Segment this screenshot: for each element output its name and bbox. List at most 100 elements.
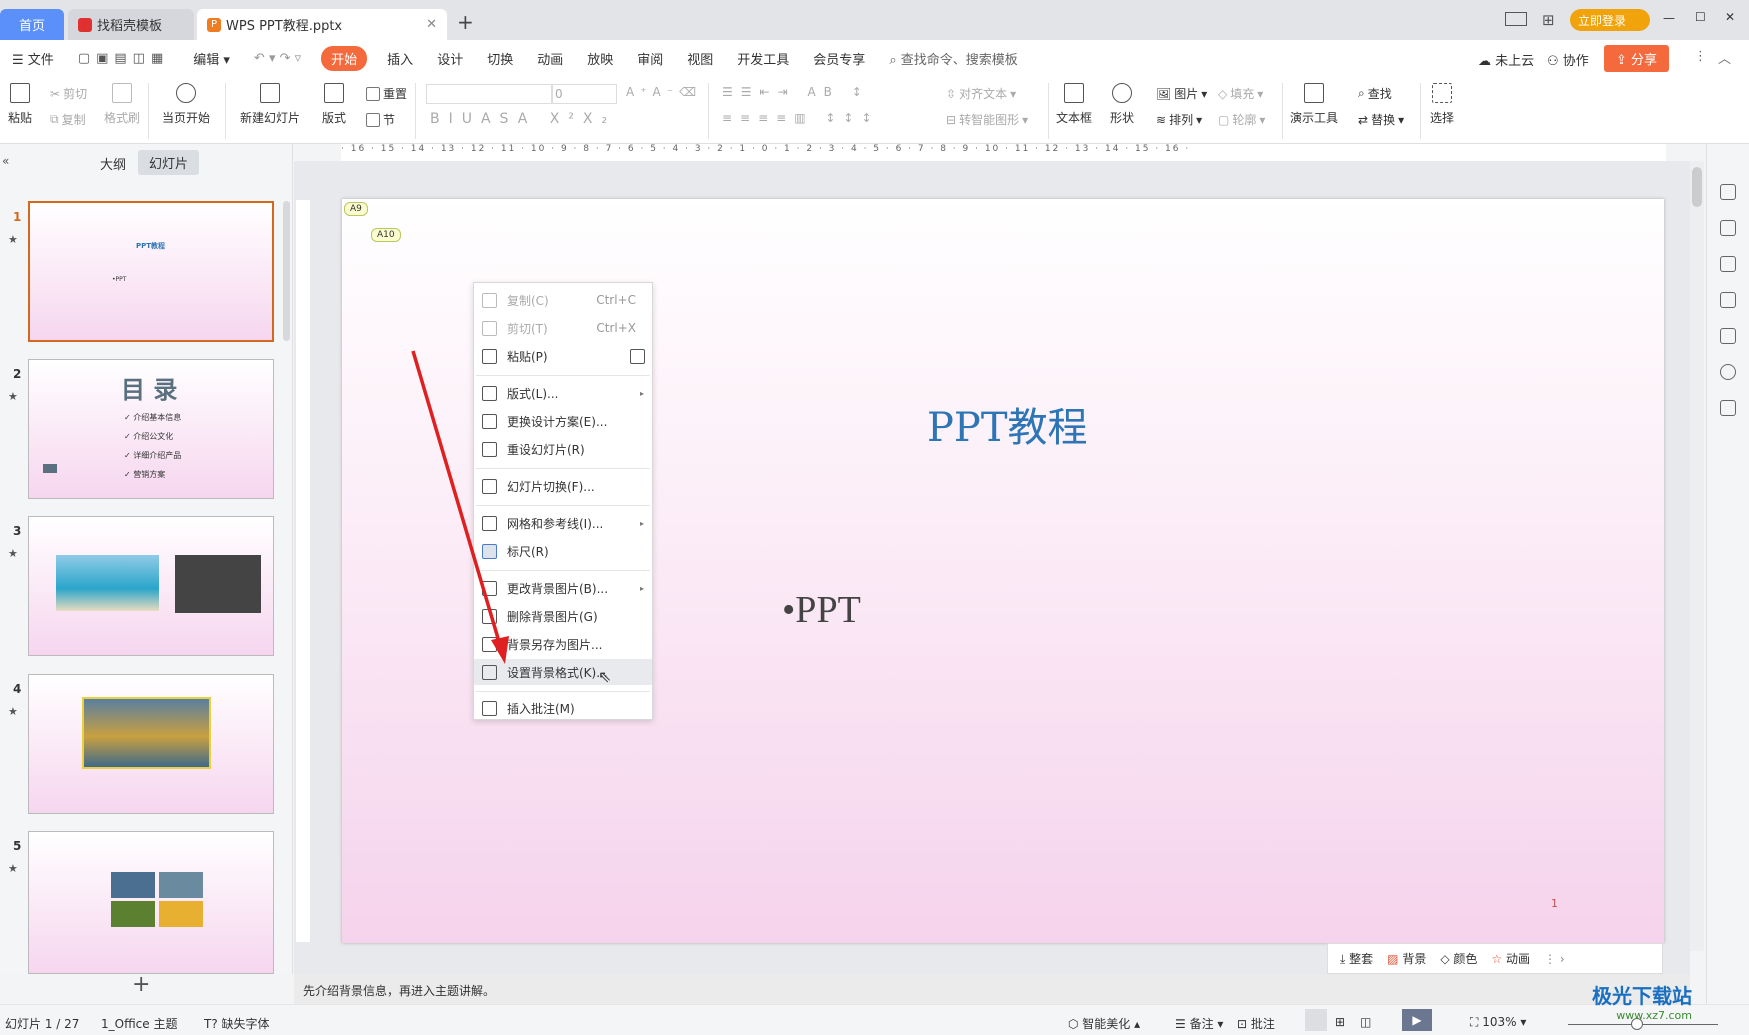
slide-thumbnail-1[interactable]: PPT教程 •PPT xyxy=(28,201,274,342)
sidebar-star-icon[interactable] xyxy=(1720,256,1736,272)
presentation-tools-button[interactable]: 演示工具 xyxy=(1290,83,1338,126)
sidebar-tool-icon[interactable] xyxy=(1720,184,1736,200)
maximize-button[interactable]: ☐ xyxy=(1695,10,1706,24)
color-button[interactable]: ◇ 颜色 xyxy=(1440,950,1477,967)
notes-pane[interactable]: 先介绍背景信息，再进入主题讲解。 xyxy=(294,974,1690,1004)
new-tab-button[interactable]: + xyxy=(457,10,474,34)
smart-shape-button[interactable]: ⊟ 转智能图形 ▾ xyxy=(946,111,1028,128)
menu-item-cut[interactable]: 剪切(T) Ctrl+X xyxy=(474,315,652,341)
font-name-select[interactable] xyxy=(426,84,553,104)
menu-item-paste[interactable]: 粘贴(P) xyxy=(474,343,652,369)
file-menu[interactable]: ☰ 文件 xyxy=(0,49,66,68)
font-size-adjust-icons[interactable]: A⁺A⁻⌫ xyxy=(626,85,702,99)
sidebar-book-icon[interactable] xyxy=(1720,400,1736,416)
apps-grid-icon[interactable]: ⊞ xyxy=(1542,11,1555,29)
background-button[interactable]: ▨ 背景 xyxy=(1387,950,1426,967)
slide-thumbnail-5[interactable] xyxy=(28,831,274,974)
menu-tab-slideshow[interactable]: 放映 xyxy=(575,49,625,68)
menu-item-layout[interactable]: 版式(L)... ▸ xyxy=(474,380,652,406)
close-window-button[interactable]: ✕ xyxy=(1725,10,1735,24)
format-painter-button[interactable]: 格式刷 xyxy=(104,83,140,126)
theme-name[interactable]: 1_Office 主题 xyxy=(101,1015,177,1032)
replace-button[interactable]: ⇄ 替换 ▾ xyxy=(1358,111,1404,128)
cloud-status[interactable]: ☁ 未上云 xyxy=(1478,50,1534,69)
comments-toggle[interactable]: ⊡ 批注 xyxy=(1237,1015,1275,1032)
textbox-button[interactable]: 文本框 xyxy=(1056,83,1092,126)
select-button[interactable]: 选择 xyxy=(1430,83,1454,126)
more-icon[interactable]: ⋮ › xyxy=(1544,952,1565,966)
menu-item-save-bg-image[interactable]: 背景另存为图片... xyxy=(474,631,652,657)
tab-slides[interactable]: 幻灯片 xyxy=(138,150,200,175)
menu-item-change-design[interactable]: 更换设计方案(E)... xyxy=(474,408,652,434)
slide-title[interactable]: PPT教程 xyxy=(927,395,1088,453)
find-button[interactable]: ⌕ 查找 xyxy=(1358,85,1392,102)
font-size-select[interactable]: 0 xyxy=(551,84,617,104)
notes-toggle[interactable]: ☰ 备注 ▾ xyxy=(1175,1015,1223,1032)
menu-tab-start[interactable]: 开始 xyxy=(321,46,368,71)
menu-tab-design[interactable]: 设计 xyxy=(425,49,475,68)
menu-tab-animation[interactable]: 动画 xyxy=(525,49,575,68)
align-buttons[interactable]: ≡≡≡≡▥ ↕↕↕ xyxy=(722,111,880,125)
edit-menu[interactable]: 编辑 ▾ xyxy=(181,49,242,68)
add-slide-button[interactable]: + xyxy=(132,972,150,997)
sidebar-location-icon[interactable] xyxy=(1720,364,1736,380)
slide-bullet[interactable]: •PPT xyxy=(782,588,861,632)
tab-home[interactable]: 首页 xyxy=(0,9,64,40)
slide-thumbnail-2[interactable]: 目 录 ✓ 介绍基本信息 ✓ 介绍公文化 ✓ 详细介绍产品 ✓ 营销方案 xyxy=(28,359,274,499)
more-icon[interactable]: ⋮ xyxy=(1694,49,1707,64)
tab-template[interactable]: 找稻壳模板 xyxy=(68,9,194,40)
menu-tab-insert[interactable]: 插入 xyxy=(375,49,425,68)
tab-outline[interactable]: 大纲 xyxy=(100,154,126,173)
reset-button[interactable]: 重置 xyxy=(366,85,407,102)
canvas-scrollbar[interactable] xyxy=(1690,161,1704,951)
normal-view-button[interactable] xyxy=(1305,1009,1327,1031)
menu-item-grid-guides[interactable]: 网格和参考线(I)... ▸ xyxy=(474,510,652,536)
smart-beautify-button[interactable]: ⬡ 智能美化 ▴ xyxy=(1068,1015,1140,1032)
layout-icon[interactable] xyxy=(1505,12,1527,26)
list-buttons[interactable]: ☰☰⇤⇥ AB ↕ xyxy=(722,85,870,99)
align-text-button[interactable]: ⇳ 对齐文本 ▾ xyxy=(946,85,1016,102)
login-button[interactable]: 立即登录 xyxy=(1570,9,1650,31)
outline-button[interactable]: ▢ 轮廓 ▾ xyxy=(1218,111,1265,128)
menu-item-reset-slide[interactable]: 重设幻灯片(R) xyxy=(474,436,652,462)
paste-button[interactable]: 粘贴 xyxy=(8,83,32,126)
comment-marker[interactable]: A9 xyxy=(344,202,368,216)
command-search[interactable]: ⌕ 查找命令、搜索模板 xyxy=(877,49,1029,68)
reading-view-button[interactable]: ◫ xyxy=(1360,1015,1371,1029)
sidebar-slides-icon[interactable] xyxy=(1720,292,1736,308)
arrange-button[interactable]: ≋ 排列 ▾ xyxy=(1156,111,1202,128)
sidebar-settings-icon[interactable] xyxy=(1720,220,1736,236)
missing-font-button[interactable]: T? 缺失字体 xyxy=(204,1015,270,1032)
undo-redo-icon[interactable]: ↶ ▾ ↷ ▿ xyxy=(242,51,313,66)
menu-item-insert-comment[interactable]: 插入批注(M) xyxy=(474,695,652,721)
picture-button[interactable]: 🖼 图片 ▾ xyxy=(1156,85,1207,102)
menu-item-transition[interactable]: 幻灯片切换(F)... xyxy=(474,473,652,499)
minimize-button[interactable]: — xyxy=(1663,11,1675,25)
panel-scrollbar[interactable] xyxy=(283,201,290,341)
play-slideshow-button[interactable]: ▶ xyxy=(1402,1009,1432,1031)
menu-item-ruler[interactable]: 标尺(R) xyxy=(474,538,652,564)
menu-item-delete-bg-image[interactable]: 删除背景图片(G) xyxy=(474,603,652,629)
menu-tab-member[interactable]: 会员专享 xyxy=(801,49,877,68)
suite-button[interactable]: ⤓ 整套 xyxy=(1340,950,1373,967)
collab-button[interactable]: ⚇ 协作 xyxy=(1547,50,1589,69)
fill-button[interactable]: ◇ 填充 ▾ xyxy=(1218,85,1263,102)
close-tab-icon[interactable]: ✕ xyxy=(426,17,437,32)
animation-button[interactable]: ☆ 动画 xyxy=(1491,950,1530,967)
new-slide-button[interactable]: 新建幻灯片 xyxy=(240,83,300,126)
collapse-ribbon-icon[interactable]: ︿ xyxy=(1718,48,1731,67)
menu-tab-developer[interactable]: 开发工具 xyxy=(725,49,801,68)
menu-tab-transition[interactable]: 切换 xyxy=(475,49,525,68)
section-button[interactable]: 节 xyxy=(366,111,395,128)
zoom-slider[interactable] xyxy=(1568,1024,1718,1025)
slide-thumbnail-3[interactable] xyxy=(28,516,274,656)
layout-button[interactable]: 版式 xyxy=(322,83,346,126)
tab-document[interactable]: P WPS PPT教程.pptx ✕ xyxy=(197,9,447,40)
menu-tab-review[interactable]: 审阅 xyxy=(625,49,675,68)
share-button[interactable]: ⇪ 分享 xyxy=(1604,45,1670,72)
slide-thumbnail-4[interactable] xyxy=(28,674,274,814)
quick-access-icons[interactable]: ▢▣▤◫▦ xyxy=(66,51,181,66)
fit-window-button[interactable]: ⛶ 103% ▾ xyxy=(1470,1015,1526,1030)
shape-button[interactable]: 形状 xyxy=(1110,83,1134,126)
menu-tab-view[interactable]: 视图 xyxy=(675,49,725,68)
